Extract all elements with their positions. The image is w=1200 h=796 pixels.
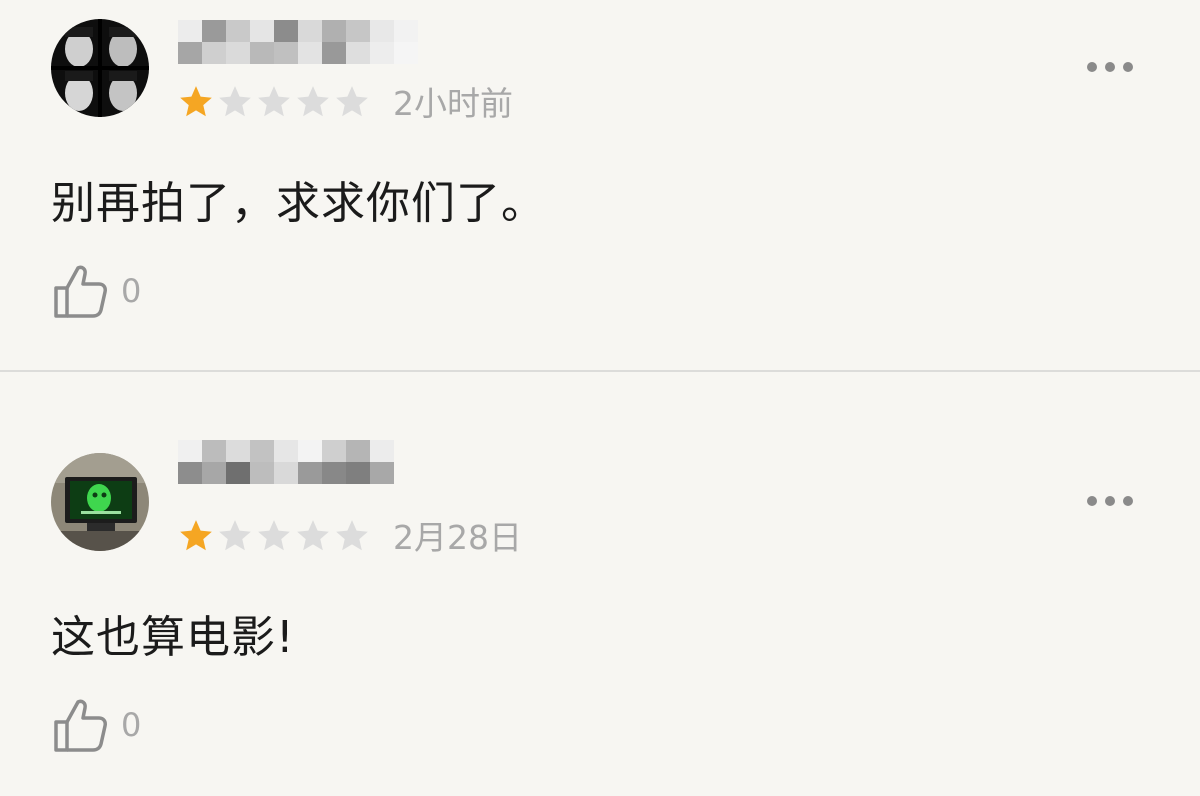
- like-count: 0: [121, 272, 142, 310]
- more-dot-icon: [1087, 496, 1097, 506]
- username-redacted: [178, 440, 394, 484]
- star-filled-icon: [180, 520, 212, 551]
- thumbs-up-icon: [54, 265, 107, 318]
- rating-stars: [177, 83, 371, 121]
- user-avatar[interactable]: [51, 19, 149, 117]
- star-empty-icon: [297, 86, 329, 117]
- avatar-image: [51, 19, 149, 117]
- more-options-button[interactable]: [1083, 486, 1137, 516]
- star-empty-icon: [336, 520, 368, 551]
- star-empty-icon: [219, 520, 251, 551]
- like-button[interactable]: 0: [51, 696, 141, 754]
- star-filled-icon: [180, 86, 212, 117]
- rating-stars: [177, 517, 371, 555]
- like-button[interactable]: 0: [51, 262, 141, 320]
- star-empty-icon: [219, 86, 251, 117]
- review-time: 2小时前: [393, 84, 513, 123]
- review-text: 这也算电影!: [51, 612, 295, 663]
- avatar-image: [51, 453, 149, 551]
- username-redacted: [178, 20, 418, 64]
- more-dot-icon: [1087, 62, 1097, 72]
- like-count: 0: [121, 706, 142, 744]
- star-empty-icon: [258, 520, 290, 551]
- star-empty-icon: [258, 86, 290, 117]
- review-item-2: 2月28日 这也算电影! 0: [0, 372, 1200, 796]
- user-avatar[interactable]: [51, 453, 149, 551]
- review-time: 2月28日: [393, 518, 522, 557]
- more-dot-icon: [1105, 496, 1115, 506]
- star-empty-icon: [297, 520, 329, 551]
- review-item-1: 2小时前 别再拍了，求求你们了。 0: [0, 0, 1200, 370]
- star-empty-icon: [336, 86, 368, 117]
- more-dot-icon: [1123, 496, 1133, 506]
- thumbs-up-icon: [54, 699, 107, 752]
- more-options-button[interactable]: [1083, 52, 1137, 82]
- review-text: 别再拍了，求求你们了。: [51, 178, 546, 229]
- more-dot-icon: [1123, 62, 1133, 72]
- more-dot-icon: [1105, 62, 1115, 72]
